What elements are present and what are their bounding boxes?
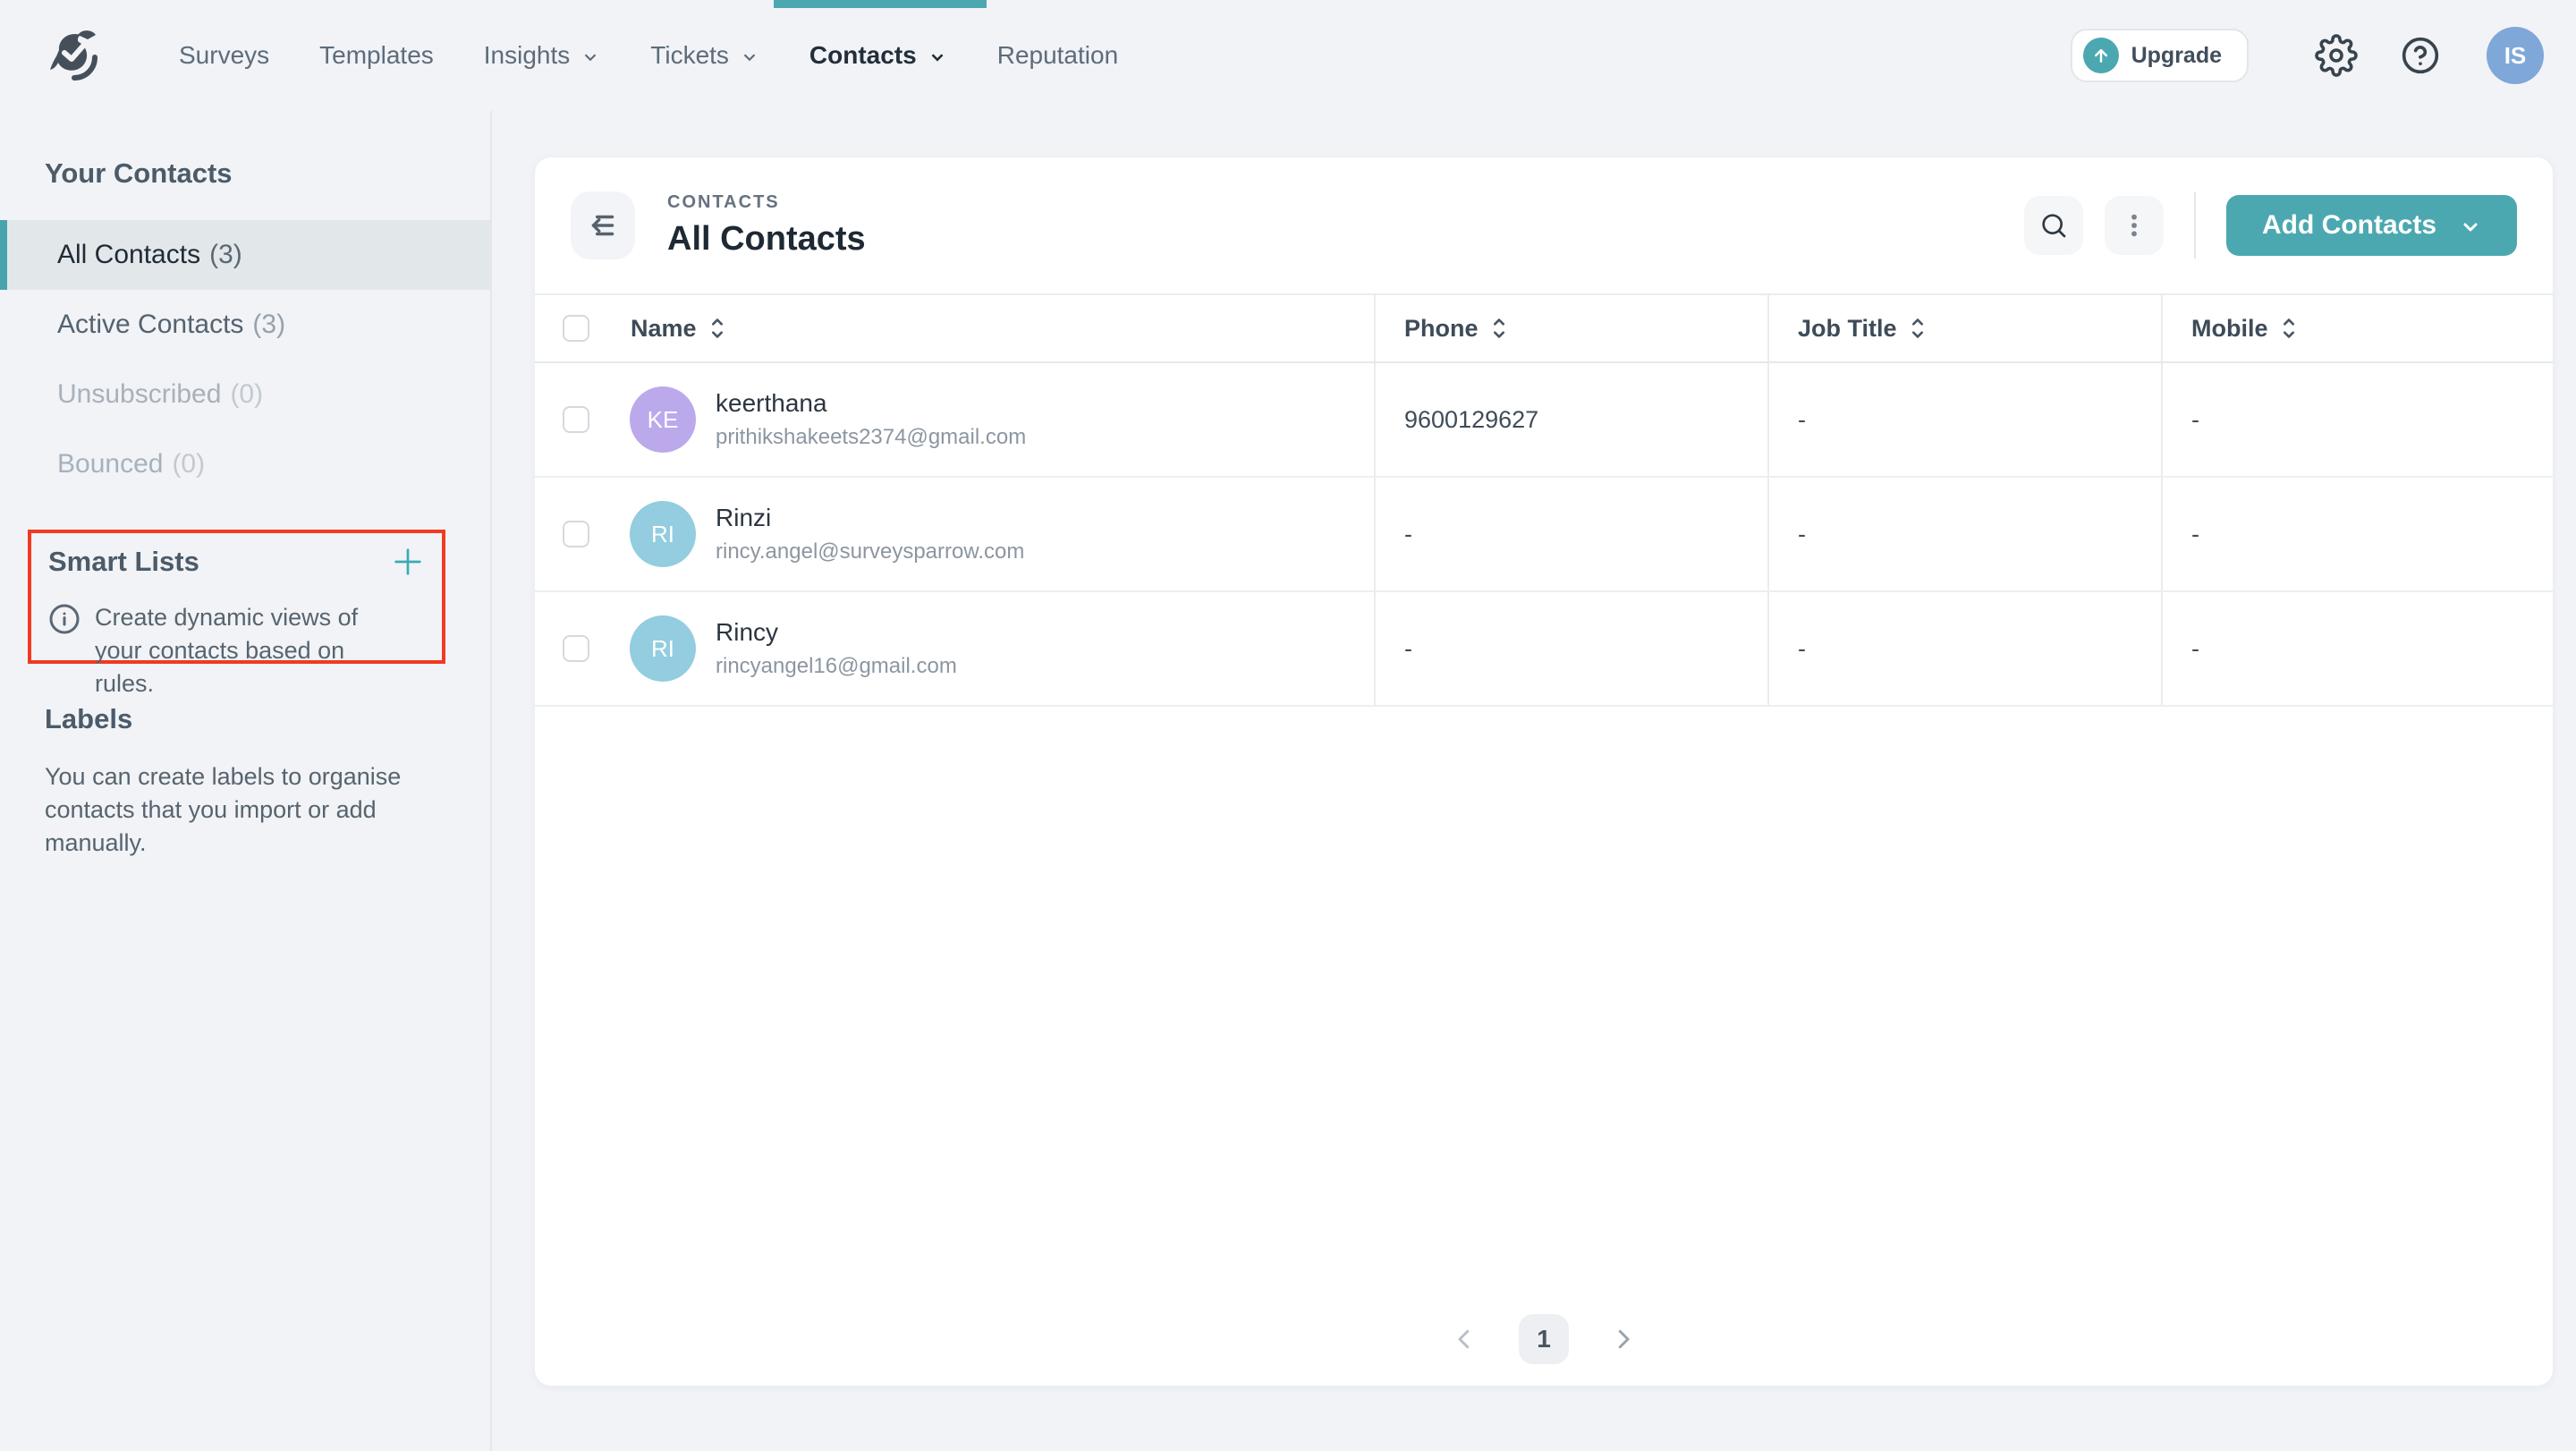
contact-avatar: RI — [630, 615, 696, 682]
help-button[interactable] — [2401, 36, 2440, 75]
column-header-job-title[interactable]: Job Title — [1767, 295, 2161, 361]
main-nav: Surveys Templates Insights Tickets Conta… — [179, 0, 1118, 111]
smart-lists-annotation-box: Smart Lists Create dynamic views of your… — [28, 530, 445, 664]
upgrade-arrow-icon — [2083, 38, 2119, 73]
contact-name[interactable]: keerthana — [716, 389, 1026, 418]
chevron-left-icon — [1451, 1326, 1478, 1353]
nav-reputation[interactable]: Reputation — [997, 0, 1118, 111]
contact-avatar: RI — [630, 501, 696, 567]
contact-job-title: - — [1767, 363, 2161, 476]
smart-lists-description: Create dynamic views of your contacts ba… — [95, 601, 410, 700]
labels-description: You can create labels to organise contac… — [45, 760, 402, 860]
contact-email: rincyangel16@gmail.com — [716, 654, 957, 679]
contact-phone: 9600129627 — [1374, 363, 1767, 476]
table-row: KE keerthana prithikshakeets2374@gmail.c… — [535, 363, 2553, 478]
column-header-mobile[interactable]: Mobile — [2161, 295, 2553, 361]
column-header-name[interactable]: Name — [617, 295, 1374, 361]
row-checkbox[interactable] — [563, 521, 589, 547]
table-header: Name Phone Job Title Mobile — [535, 293, 2553, 363]
chevron-down-icon — [740, 47, 759, 67]
nav-templates[interactable]: Templates — [319, 0, 434, 111]
nav-tickets[interactable]: Tickets — [650, 0, 759, 111]
labels-heading: Labels — [45, 703, 490, 735]
help-icon — [2401, 36, 2440, 75]
pagination: 1 — [1451, 1314, 1637, 1364]
surveysparrow-logo — [50, 29, 100, 82]
user-avatar[interactable]: IS — [2487, 27, 2544, 84]
sidebar-item-unsubscribed[interactable]: Unsubscribed (0) — [0, 360, 490, 429]
contact-phone: - — [1374, 478, 1767, 590]
sort-icon — [1910, 317, 1926, 340]
collapse-panel-icon — [586, 208, 620, 242]
breadcrumb: CONTACTS — [667, 192, 866, 213]
chevron-down-icon — [580, 47, 600, 67]
select-all-checkbox[interactable] — [563, 315, 589, 342]
nav-surveys[interactable]: Surveys — [179, 0, 269, 111]
count-badge: (0) — [172, 449, 205, 479]
search-icon — [2039, 211, 2068, 240]
more-options-button[interactable] — [2105, 196, 2164, 255]
plus-icon — [390, 544, 426, 580]
search-button[interactable] — [2024, 196, 2083, 255]
add-contacts-button[interactable]: Add Contacts — [2226, 195, 2517, 256]
count-badge: (3) — [252, 310, 285, 340]
settings-button[interactable] — [2315, 34, 2358, 77]
info-icon — [48, 603, 80, 635]
sort-icon — [709, 317, 725, 340]
contacts-card: CONTACTS All Contacts Add Contacts — [535, 157, 2553, 1386]
sort-icon — [1491, 317, 1507, 340]
labels-section: Labels You can create labels to organise… — [45, 703, 490, 860]
sort-icon — [2281, 317, 2297, 340]
kebab-menu-icon — [2120, 211, 2148, 240]
collapse-sidebar-button[interactable] — [571, 191, 635, 259]
column-header-phone[interactable]: Phone — [1374, 295, 1767, 361]
chevron-down-icon — [928, 47, 947, 67]
contact-phone: - — [1374, 592, 1767, 705]
sidebar-item-active-contacts[interactable]: Active Contacts (3) — [0, 290, 490, 360]
add-smart-list-button[interactable] — [390, 544, 426, 580]
previous-page-button[interactable] — [1451, 1326, 1478, 1353]
contacts-sidebar: Your Contacts All Contacts (3) Active Co… — [0, 111, 492, 1451]
main-content: CONTACTS All Contacts Add Contacts — [492, 111, 2576, 1451]
contact-mobile: - — [2161, 363, 2553, 476]
sidebar-item-all-contacts[interactable]: All Contacts (3) — [0, 220, 490, 290]
gear-icon — [2315, 34, 2358, 77]
row-checkbox[interactable] — [563, 406, 589, 433]
row-checkbox[interactable] — [563, 635, 589, 662]
page-title: All Contacts — [667, 220, 866, 259]
page-number[interactable]: 1 — [1519, 1314, 1569, 1364]
table-row: RI Rinzi rincy.angel@surveysparrow.com -… — [535, 478, 2553, 592]
contact-name[interactable]: Rinzi — [716, 504, 1024, 532]
your-contacts-heading: Your Contacts — [45, 157, 490, 190]
active-tab-indicator — [774, 0, 987, 8]
contact-email: prithikshakeets2374@gmail.com — [716, 425, 1026, 450]
contact-mobile: - — [2161, 478, 2553, 590]
chevron-down-icon — [2460, 216, 2481, 238]
contact-job-title: - — [1767, 478, 2161, 590]
contact-mobile: - — [2161, 592, 2553, 705]
count-badge: (3) — [209, 240, 242, 270]
upgrade-button[interactable]: Upgrade — [2071, 29, 2249, 82]
contact-job-title: - — [1767, 592, 2161, 705]
top-navigation: Surveys Templates Insights Tickets Conta… — [0, 0, 2576, 111]
sidebar-item-bounced[interactable]: Bounced (0) — [0, 429, 490, 499]
table-row: RI Rincy rincyangel16@gmail.com - - - — [535, 592, 2553, 707]
card-header: CONTACTS All Contacts Add Contacts — [535, 157, 2553, 293]
contact-name[interactable]: Rincy — [716, 618, 957, 647]
chevron-right-icon — [1610, 1326, 1637, 1353]
nav-insights[interactable]: Insights — [484, 0, 601, 111]
contact-avatar: KE — [630, 386, 696, 453]
contact-email: rincy.angel@surveysparrow.com — [716, 539, 1024, 564]
header-divider — [2194, 192, 2196, 259]
next-page-button[interactable] — [1610, 1326, 1637, 1353]
smart-lists-heading: Smart Lists — [48, 546, 199, 578]
count-badge: (0) — [230, 379, 263, 410]
nav-contacts[interactable]: Contacts — [809, 0, 947, 111]
